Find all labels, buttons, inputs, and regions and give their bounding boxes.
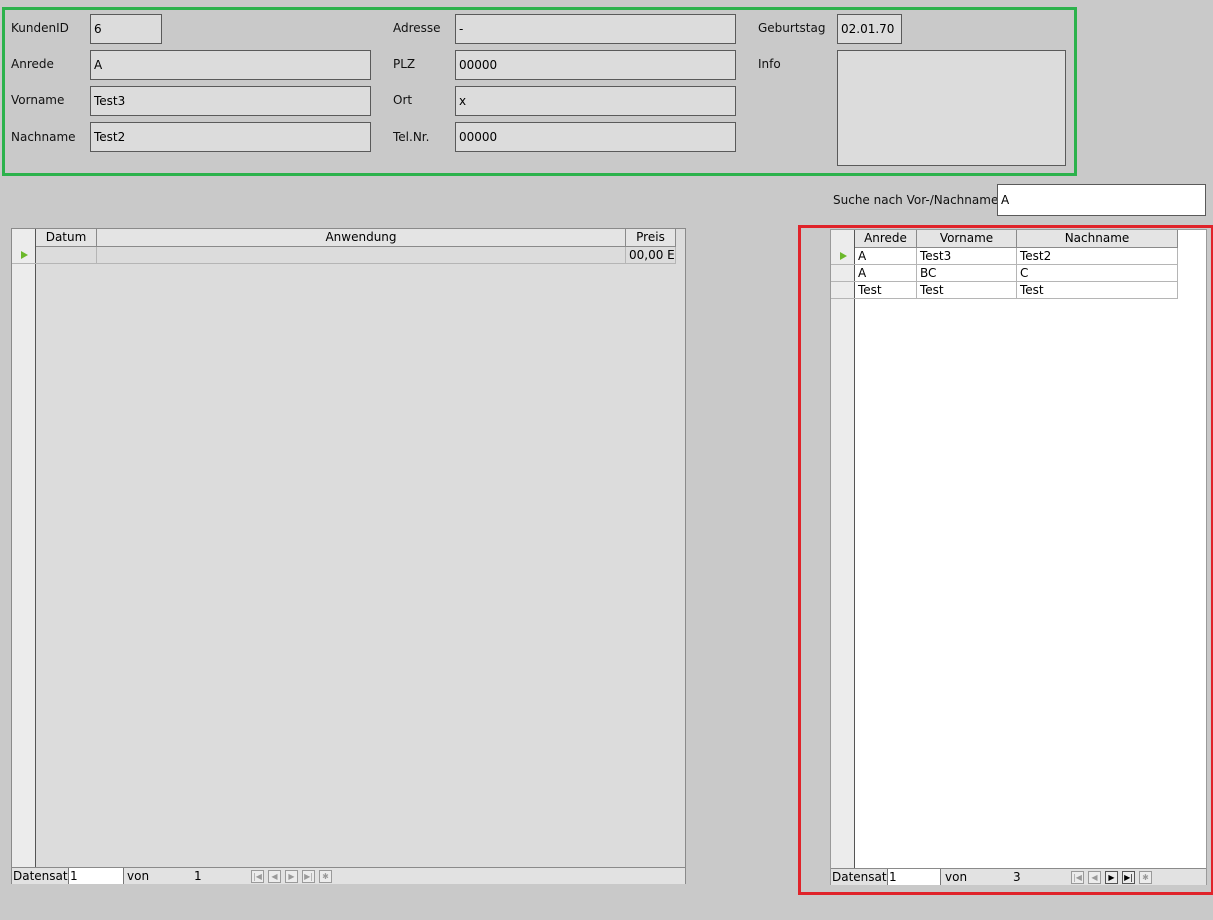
record-label: Datensatz [832,870,893,884]
arrow-right-icon [840,252,847,260]
row-marker[interactable] [831,265,855,282]
last-record-icon[interactable]: ▶| [302,870,315,883]
ort-label: Ort [393,93,413,107]
row-marker[interactable] [831,248,855,265]
telnr-label: Tel.Nr. [393,130,430,144]
record-of-label: von [945,870,968,884]
adresse-field[interactable]: - [455,14,736,44]
table-cell[interactable]: Test2 [1017,248,1178,265]
column-header-nachname[interactable]: Nachname [1017,230,1178,248]
new-record-icon[interactable]: ✱ [1139,871,1152,884]
vorname-label: Vorname [11,93,65,107]
record-label: Datensatz [13,869,74,883]
column-header-anwendung[interactable]: Anwendung [97,229,626,247]
record-total: 1 [194,869,202,883]
new-record-icon[interactable]: ✱ [319,870,332,883]
arrow-right-icon [21,251,28,259]
search-label: Suche nach Vor-/Nachname [833,193,999,207]
first-record-icon[interactable]: |◀ [251,870,264,883]
record-navigation: Datensatz 1 von 1 |◀ ◀ ▶ ▶| ✱ [12,867,685,884]
anrede-label: Anrede [11,57,54,71]
record-number-input[interactable]: 1 [887,869,941,885]
telnr-field[interactable]: 00000 [455,122,736,152]
row-selector-column [12,229,36,867]
nachname-field[interactable]: Test2 [90,122,371,152]
table-cell[interactable]: 00,00 EU [626,247,676,264]
info-textarea[interactable] [837,50,1066,166]
table-cell[interactable]: A [855,265,917,282]
table-cell[interactable]: Test [1017,282,1178,299]
adresse-label: Adresse [393,21,441,35]
table-cell[interactable]: Test [917,282,1017,299]
record-total: 3 [1013,870,1021,884]
ort-field[interactable]: x [455,86,736,116]
search-input[interactable]: A [997,184,1206,216]
previous-record-icon[interactable]: ◀ [1088,871,1101,884]
search-results-grid: Anrede Vorname Nachname A Test3 Test2 A … [830,229,1207,885]
anrede-field[interactable]: A [90,50,371,80]
table-cell[interactable]: Test3 [917,248,1017,265]
record-number-input[interactable]: 1 [68,868,124,884]
row-marker[interactable] [831,282,855,299]
table-cell[interactable]: A [855,248,917,265]
column-header-anrede[interactable]: Anrede [855,230,917,248]
column-header-datum[interactable]: Datum [36,229,97,247]
treatments-grid: Datum Anwendung Preis 00,00 EU Datensatz… [11,228,686,884]
table-cell[interactable]: C [1017,265,1178,282]
record-of-label: von [127,869,150,883]
info-label: Info [758,57,781,71]
next-record-icon[interactable]: ▶ [285,870,298,883]
geburtstag-label: Geburtstag [758,21,826,35]
nachname-label: Nachname [11,130,76,144]
record-navigation: Datensatz 1 von 3 |◀ ◀ ▶ ▶| ✱ [831,868,1206,885]
table-cell[interactable] [36,247,97,264]
plz-field[interactable]: 00000 [455,50,736,80]
previous-record-icon[interactable]: ◀ [268,870,281,883]
row-selector-column [831,230,855,868]
next-record-icon[interactable]: ▶ [1105,871,1118,884]
kundenid-label: KundenID [11,21,69,35]
last-record-icon[interactable]: ▶| [1122,871,1135,884]
first-record-icon[interactable]: |◀ [1071,871,1084,884]
plz-label: PLZ [393,57,416,71]
column-header-preis[interactable]: Preis [626,229,676,247]
table-cell[interactable]: Test [855,282,917,299]
column-header-vorname[interactable]: Vorname [917,230,1017,248]
table-cell[interactable] [97,247,626,264]
geburtstag-field[interactable]: 02.01.70 [837,14,902,44]
row-marker[interactable] [12,247,36,264]
vorname-field[interactable]: Test3 [90,86,371,116]
table-cell[interactable]: BC [917,265,1017,282]
kundenid-field[interactable]: 6 [90,14,162,44]
